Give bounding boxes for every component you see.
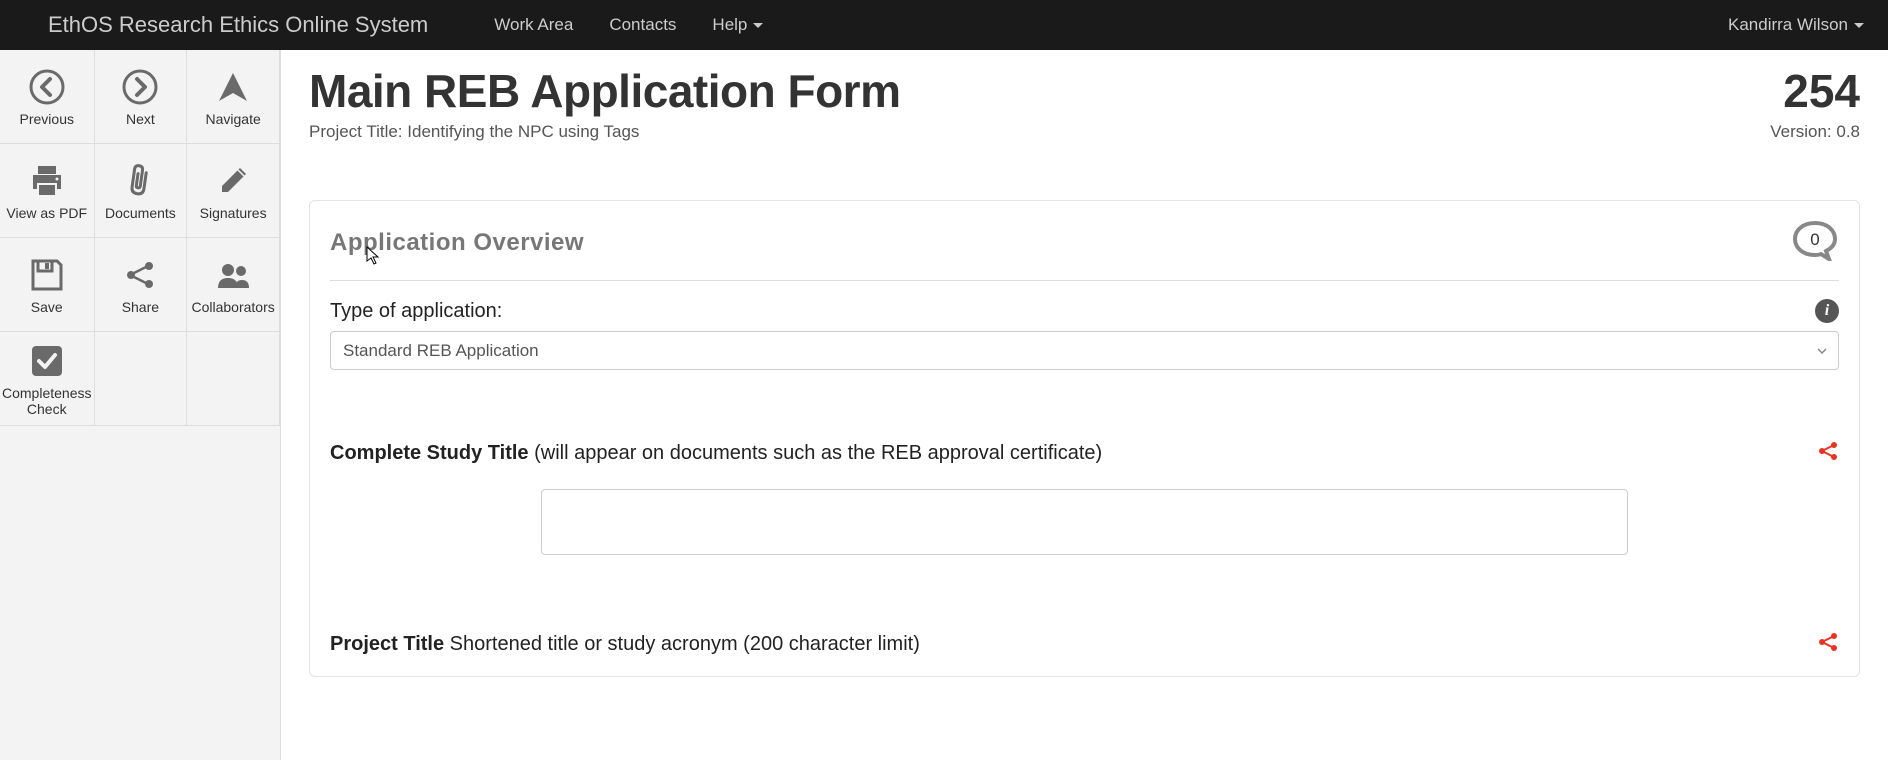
signatures-button[interactable]: Signatures	[187, 144, 280, 238]
nav-help-label: Help	[712, 15, 747, 35]
people-icon	[212, 254, 254, 296]
toolbar-empty-cell	[187, 332, 280, 426]
share-red-icon[interactable]	[1817, 440, 1839, 467]
section-title: Application Overview	[330, 229, 584, 257]
project-title-prefix: Project Title:	[309, 122, 407, 141]
type-of-application-select[interactable]: Standard REB Application	[330, 331, 1839, 370]
checkmark-box-icon	[26, 340, 68, 382]
printer-icon	[26, 160, 68, 202]
share-icon	[119, 254, 161, 296]
form-panel: Application Overview 0 Type of applicati…	[309, 200, 1860, 677]
study-title-bold: Complete Study Title	[330, 442, 529, 464]
comment-count: 0	[1810, 230, 1819, 249]
navbar-links: Work Area Contacts Help	[476, 0, 781, 50]
project-title-bold: Project Title	[330, 633, 444, 655]
caret-down-icon	[1854, 23, 1864, 28]
share-label: Share	[122, 300, 159, 315]
next-button[interactable]: Next	[95, 50, 188, 144]
next-label: Next	[126, 112, 155, 127]
caret-down-icon	[753, 23, 763, 28]
page-number: 254	[1783, 64, 1860, 118]
share-button[interactable]: Share	[95, 238, 188, 332]
save-label: Save	[31, 300, 63, 315]
nav-contacts[interactable]: Contacts	[591, 0, 694, 50]
previous-button[interactable]: Previous	[0, 50, 95, 144]
collaborators-label: Collaborators	[191, 300, 274, 315]
paperclip-icon	[119, 160, 161, 202]
navigate-icon	[212, 66, 254, 108]
type-of-application-label: Type of application:	[330, 300, 502, 323]
nav-help[interactable]: Help	[694, 0, 781, 50]
share-red-icon[interactable]	[1817, 631, 1839, 658]
page-title: Main REB Application Form	[309, 64, 900, 118]
view-pdf-label: View as PDF	[6, 206, 87, 221]
info-icon[interactable]: i	[1815, 299, 1839, 323]
arrow-left-circle-icon	[26, 66, 68, 108]
floppy-icon	[26, 254, 68, 296]
navigate-label: Navigate	[205, 112, 260, 127]
project-title-line: Project Title: Identifying the NPC using…	[309, 122, 639, 142]
navbar: EthOS Research Ethics Online System Work…	[0, 0, 1888, 50]
completeness-check-button[interactable]: Completeness Check	[0, 332, 95, 426]
main-content: Main REB Application Form 254 Project Ti…	[281, 50, 1888, 760]
arrow-right-circle-icon	[119, 66, 161, 108]
nav-user-label: Kandirra Wilson	[1728, 15, 1848, 35]
study-title-hint: (will appear on documents such as the RE…	[529, 442, 1103, 464]
sidebar-toolbar: Previous Next Navigate View as PDF Docum…	[0, 50, 281, 760]
documents-label: Documents	[105, 206, 176, 221]
view-pdf-button[interactable]: View as PDF	[0, 144, 95, 238]
version-label: Version: 0.8	[1770, 122, 1860, 142]
project-title-hint: Shortened title or study acronym (200 ch…	[444, 633, 920, 655]
complete-study-title-input[interactable]	[541, 489, 1627, 555]
documents-button[interactable]: Documents	[95, 144, 188, 238]
signatures-label: Signatures	[200, 206, 267, 221]
completeness-label: Completeness Check	[2, 386, 92, 417]
comment-bubble[interactable]: 0	[1791, 219, 1839, 266]
collaborators-button[interactable]: Collaborators	[187, 238, 280, 332]
previous-label: Previous	[20, 112, 74, 127]
section-divider	[330, 280, 1839, 281]
nav-user-menu[interactable]: Kandirra Wilson	[1704, 0, 1888, 50]
toolbar-empty-cell	[95, 332, 188, 426]
complete-study-title-label: Complete Study Title (will appear on doc…	[330, 442, 1102, 465]
project-title-text: Identifying the NPC using Tags	[407, 122, 639, 141]
navigate-button[interactable]: Navigate	[187, 50, 280, 144]
pencil-icon	[212, 160, 254, 202]
project-title-field-label: Project Title Shortened title or study a…	[330, 633, 920, 656]
nav-work-area[interactable]: Work Area	[476, 0, 591, 50]
brand-title: EthOS Research Ethics Online System	[0, 12, 476, 38]
save-button[interactable]: Save	[0, 238, 95, 332]
